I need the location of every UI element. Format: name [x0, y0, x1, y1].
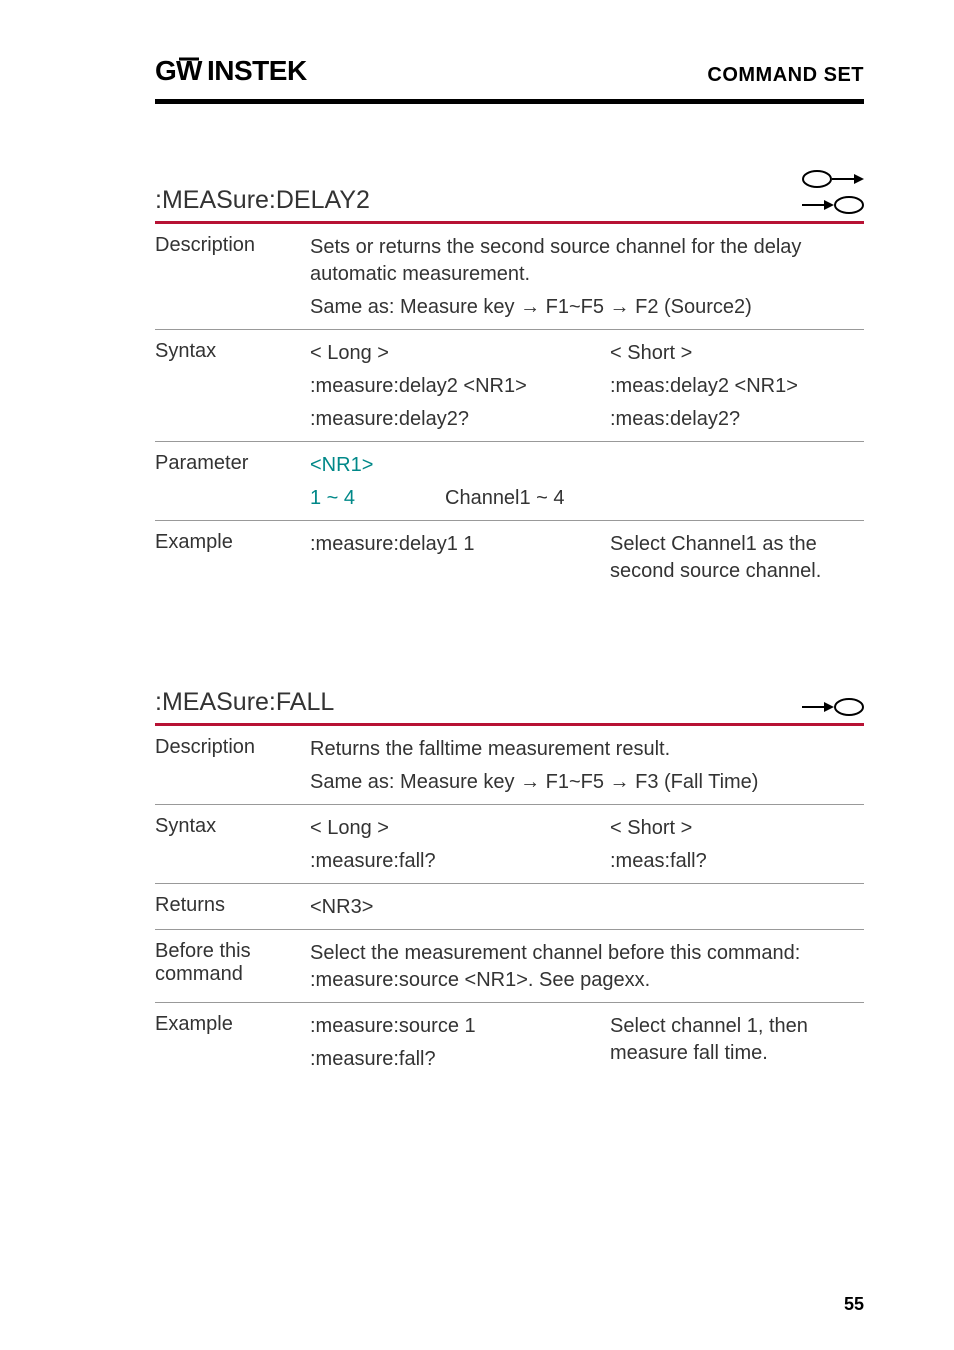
- row-content: < Long > :measure:delay2 <NR1> :measure:…: [310, 340, 864, 433]
- row-content: Select the measurement channel before th…: [310, 940, 864, 994]
- svg-text:INSTEK: INSTEK: [207, 55, 307, 86]
- row-content: Returns the falltime measurement result.…: [310, 736, 864, 796]
- row-content: Sets or returns the second source channe…: [310, 234, 864, 321]
- command-heading-row: :MEASure:DELAY2: [155, 169, 864, 224]
- command-icons: [802, 169, 864, 215]
- row-label: Before this command: [155, 940, 310, 994]
- row-label: Syntax: [155, 340, 310, 433]
- row-label: Example: [155, 531, 310, 585]
- row-label: Description: [155, 736, 310, 796]
- brand-logo: G W INSTEK: [155, 55, 340, 95]
- row-content: < Long > :measure:fall? < Short > :meas:…: [310, 815, 864, 875]
- command-icons: [802, 697, 864, 717]
- command-title: :MEASure:FALL: [155, 688, 334, 717]
- command-title: :MEASure:DELAY2: [155, 186, 370, 215]
- page-number: 55: [844, 1294, 864, 1315]
- row-content: <NR1> 1 ~ 4 Channel1 ~ 4: [310, 452, 864, 512]
- row-label: Example: [155, 1013, 310, 1073]
- query-icon: [802, 697, 864, 717]
- page-header: G W INSTEK COMMAND SET: [155, 55, 864, 104]
- definition-table: Description Returns the falltime measure…: [155, 726, 864, 1081]
- header-section-title: COMMAND SET: [707, 64, 864, 87]
- row-label: Returns: [155, 894, 310, 921]
- definition-table: Description Sets or returns the second s…: [155, 224, 864, 593]
- command-heading-row: :MEASure:FALL: [155, 688, 864, 726]
- row-label: Parameter: [155, 452, 310, 512]
- svg-text:G: G: [155, 55, 176, 86]
- row-content: :measure:delay1 1 Select Channel1 as the…: [310, 531, 864, 585]
- row-label: Description: [155, 234, 310, 321]
- query-icon: [802, 195, 864, 215]
- row-content: <NR3>: [310, 894, 864, 921]
- set-icon: [802, 169, 864, 189]
- row-label: Syntax: [155, 815, 310, 875]
- row-content: :measure:source 1 :measure:fall? Select …: [310, 1013, 864, 1073]
